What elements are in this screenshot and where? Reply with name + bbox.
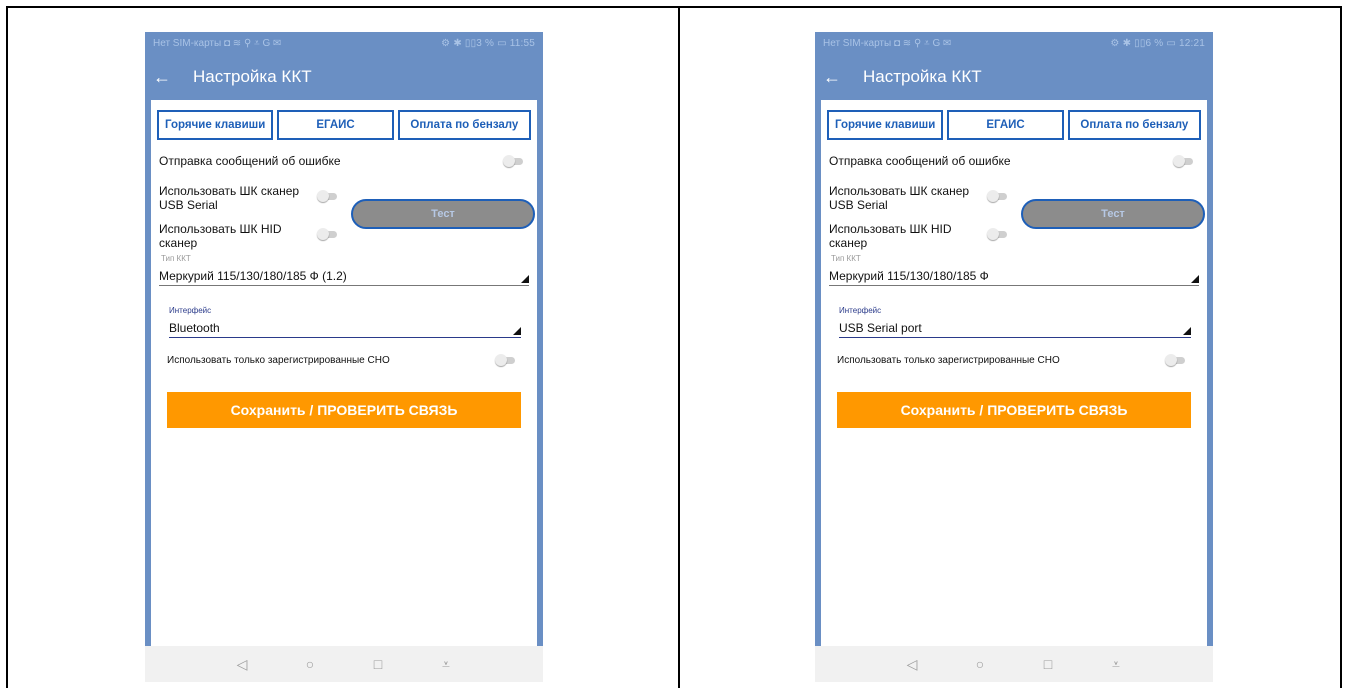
kkt-type-select[interactable]: Меркурий 115/130/180/185 Ф (829, 266, 1199, 286)
circle-home-icon[interactable]: ○ (300, 656, 320, 672)
kkt-type-label: Тип ККТ (831, 254, 861, 263)
tab-fuel-payment[interactable]: Оплата по бензалу (397, 110, 531, 140)
status-right: ⚙ ✱ ▯▯6 % ▭ 12:21 (1110, 37, 1205, 49)
interface-value: USB Serial port (839, 321, 922, 335)
settings-panel: Горячие клавиши ЕГАИС Оплата по бензалу … (151, 100, 537, 646)
page-title: Настройка ККТ (863, 67, 982, 86)
status-bar: Нет SIM-карты ◘ ≋ ⚲ ⩡ G ✉ ⚙ ✱ ▯▯6 % ▭ 12… (815, 32, 1213, 54)
usb-scanner-toggle[interactable] (987, 190, 1007, 202)
phone-screen: Нет SIM-карты ◘ ≋ ⚲ ⩡ G ✉ ⚙ ✱ ▯▯6 % ▭ 12… (815, 32, 1213, 682)
triangle-back-icon[interactable]: ◁ (232, 656, 252, 673)
arrow-left-icon[interactable]: ← (153, 67, 193, 88)
test-button[interactable]: Тест (351, 199, 535, 229)
tab-egais[interactable]: ЕГАИС (947, 110, 1064, 140)
screenshot-right: Нет SIM-карты ◘ ≋ ⚲ ⩡ G ✉ ⚙ ✱ ▯▯6 % ▭ 12… (678, 6, 1342, 688)
tab-egais[interactable]: ЕГАИС (277, 110, 394, 140)
settings-panel: Горячие клавиши ЕГАИС Оплата по бензалу … (821, 100, 1207, 646)
registered-sno-toggle[interactable] (1165, 354, 1185, 366)
interface-label: Интерфейс (839, 306, 882, 315)
dropdown-arrow-icon (513, 327, 521, 335)
kkt-type-select[interactable]: Меркурий 115/130/180/185 Ф (1.2) (159, 266, 529, 286)
status-left: Нет SIM-карты ◘ ≋ ⚲ ⩡ G ✉ (823, 37, 952, 49)
status-right: ⚙ ✱ ▯▯3 % ▭ 11:55 (441, 37, 535, 49)
app-bar: ← Настройка ККТ (145, 54, 543, 100)
usb-scanner-toggle[interactable] (317, 190, 337, 202)
download-menu-icon[interactable]: ⩡ (436, 656, 456, 673)
system-nav-bar: ◁ ○ □ ⩡ (815, 646, 1213, 682)
square-recent-icon[interactable]: □ (1038, 656, 1058, 672)
status-bar: Нет SIM-карты ◘ ≋ ⚲ ⩡ G ✉ ⚙ ✱ ▯▯3 % ▭ 11… (145, 32, 543, 54)
tab-hotkeys[interactable]: Горячие клавиши (157, 110, 274, 140)
hid-scanner-label: Использовать ШК HID сканер (159, 222, 282, 250)
kkt-type-label: Тип ККТ (161, 254, 191, 263)
triangle-back-icon[interactable]: ◁ (902, 656, 922, 673)
screenshot-left: Нет SIM-карты ◘ ≋ ⚲ ⩡ G ✉ ⚙ ✱ ▯▯3 % ▭ 11… (6, 6, 680, 688)
hid-scanner-label: Использовать ШК HID сканер (829, 222, 952, 250)
interface-label: Интерфейс (169, 306, 212, 315)
phone-screen: Нет SIM-карты ◘ ≋ ⚲ ⩡ G ✉ ⚙ ✱ ▯▯3 % ▭ 11… (145, 32, 543, 682)
registered-sno-label: Использовать только зарегистрированные С… (167, 355, 390, 366)
tab-bar: Горячие клавиши ЕГАИС Оплата по бензалу (827, 110, 1201, 140)
send-errors-label: Отправка сообщений об ошибке (159, 154, 341, 168)
registered-sno-toggle[interactable] (495, 354, 515, 366)
interface-select[interactable]: Bluetooth (169, 318, 521, 338)
tab-fuel-payment[interactable]: Оплата по бензалу (1067, 110, 1201, 140)
arrow-left-icon[interactable]: ← (823, 67, 863, 88)
square-recent-icon[interactable]: □ (368, 656, 388, 672)
tab-bar: Горячие клавиши ЕГАИС Оплата по бензалу (157, 110, 531, 140)
save-check-connection-button[interactable]: Сохранить / ПРОВЕРИТЬ СВЯЗЬ (837, 392, 1191, 428)
circle-home-icon[interactable]: ○ (970, 656, 990, 672)
status-left: Нет SIM-карты ◘ ≋ ⚲ ⩡ G ✉ (153, 37, 282, 49)
download-menu-icon[interactable]: ⩡ (1106, 656, 1126, 673)
system-nav-bar: ◁ ○ □ ⩡ (145, 646, 543, 682)
save-check-connection-button[interactable]: Сохранить / ПРОВЕРИТЬ СВЯЗЬ (167, 392, 521, 428)
dropdown-arrow-icon (1183, 327, 1191, 335)
send-errors-label: Отправка сообщений об ошибке (829, 154, 1011, 168)
kkt-type-value: Меркурий 115/130/180/185 Ф (1.2) (159, 269, 347, 283)
kkt-type-value: Меркурий 115/130/180/185 Ф (829, 269, 989, 283)
test-button[interactable]: Тест (1021, 199, 1205, 229)
registered-sno-label: Использовать только зарегистрированные С… (837, 355, 1060, 366)
send-errors-toggle[interactable] (503, 155, 523, 167)
dropdown-arrow-icon (521, 275, 529, 283)
hid-scanner-toggle[interactable] (987, 228, 1007, 240)
interface-value: Bluetooth (169, 321, 220, 335)
usb-scanner-label: Использовать ШК сканер USB Serial (159, 184, 300, 212)
usb-scanner-label: Использовать ШК сканер USB Serial (829, 184, 970, 212)
page-title: Настройка ККТ (193, 67, 312, 86)
hid-scanner-toggle[interactable] (317, 228, 337, 240)
dropdown-arrow-icon (1191, 275, 1199, 283)
tab-hotkeys[interactable]: Горячие клавиши (827, 110, 944, 140)
app-bar: ← Настройка ККТ (815, 54, 1213, 100)
interface-select[interactable]: USB Serial port (839, 318, 1191, 338)
send-errors-toggle[interactable] (1173, 155, 1193, 167)
